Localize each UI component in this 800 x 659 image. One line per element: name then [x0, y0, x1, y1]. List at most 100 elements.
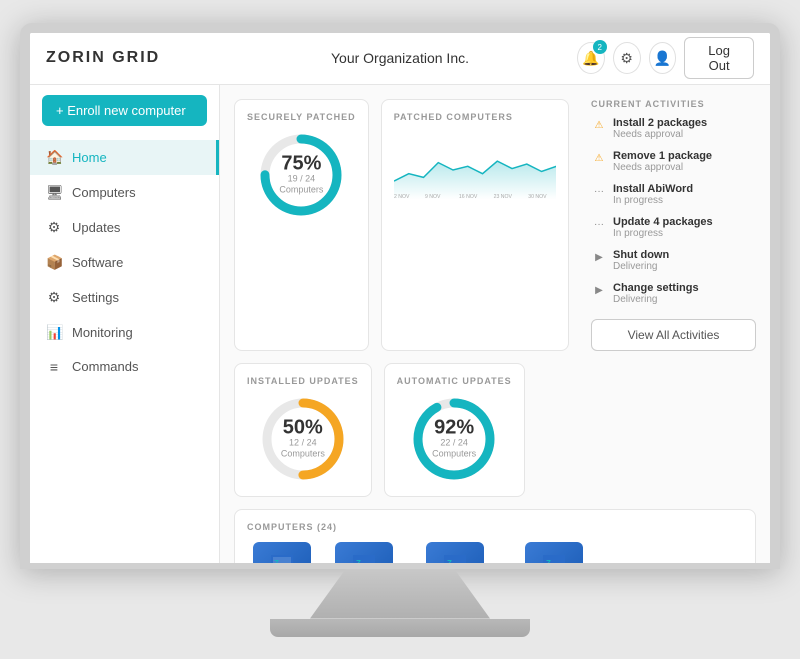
activity-item-3: ··· Update 4 packages In progress	[591, 216, 756, 239]
settings-nav-icon: ⚙	[46, 289, 62, 306]
activity-name-5: Change settings	[613, 282, 699, 294]
securely-patched-percent: 75%	[279, 153, 323, 173]
securely-patched-title: SECURELY PATCHED	[247, 112, 356, 122]
svg-text:23 NOV: 23 NOV	[493, 194, 512, 200]
computers-grid: Z CEO Laptop John H™ Wallus	[247, 542, 743, 563]
svg-text:Z: Z	[447, 559, 452, 563]
sidebar-item-settings[interactable]: ⚙ Settings	[30, 280, 219, 315]
widgets-row-2: INSTALLED UPDATES 50% 12 / 24	[234, 363, 756, 497]
patched-chart-title: PATCHED COMPUTERS	[394, 112, 556, 122]
progress-icon-0: ···	[591, 184, 607, 200]
sidebar-item-computers[interactable]: 🖥 Computers	[30, 175, 219, 210]
sidebar-label-updates: Updates	[72, 220, 120, 235]
activity-status-3: In progress	[613, 228, 713, 239]
activity-status-5: Delivering	[613, 294, 699, 305]
enroll-button[interactable]: + Enroll new computer	[42, 95, 207, 126]
activity-name-1: Remove 1 package	[613, 150, 712, 162]
automatic-updates-center: 92% 22 / 24 Computers	[432, 417, 476, 460]
installed-updates-center: 50% 12 / 24 Computers	[281, 417, 325, 460]
computer-icon-0: Z	[253, 542, 311, 563]
activity-name-2: Install AbiWord	[613, 183, 693, 195]
sidebar-label-settings: Settings	[72, 290, 119, 305]
activity-status-1: Needs approval	[613, 162, 712, 173]
automatic-updates-donut: 92% 22 / 24 Computers	[409, 394, 499, 484]
securely-patched-donut: 75% 19 / 24 Computers	[256, 130, 346, 220]
activity-name-3: Update 4 packages	[613, 216, 713, 228]
computer-item-0[interactable]: Z CEO Laptop John H™ Wallus	[247, 542, 317, 563]
svg-text:16 NOV: 16 NOV	[459, 194, 478, 200]
computer-item-1[interactable]: Z CTO Laptop Gate-Dell XPS 3	[329, 542, 399, 563]
notification-badge: 2	[593, 40, 607, 54]
computer-icon-3: Z	[525, 542, 583, 563]
sidebar-label-commands: Commands	[72, 359, 138, 374]
warning-icon-0: ⚠	[591, 118, 607, 134]
view-all-button[interactable]: View All Activities	[591, 319, 756, 351]
sidebar-item-commands[interactable]: ≡ Commands	[30, 350, 219, 384]
installed-updates-fraction: 12 / 24 Computers	[281, 437, 325, 460]
svg-text:Z: Z	[356, 559, 361, 563]
header-actions: 🔔 2 ⚙ 👤 Log Out	[577, 37, 754, 79]
activity-status-4: Delivering	[613, 261, 669, 272]
svg-text:Z: Z	[274, 559, 279, 563]
org-name: Your Organization Inc.	[223, 50, 577, 66]
sidebar-item-updates[interactable]: ⚙ Updates	[30, 210, 219, 245]
installed-updates-widget: INSTALLED UPDATES 50% 12 / 24	[234, 363, 372, 497]
logout-button[interactable]: Log Out	[684, 37, 754, 79]
automatic-updates-widget: AUTOMATIC UPDATES 92% 22 / 24	[384, 363, 525, 497]
activities-panel: CURRENT ACTIVITIES ⚠ Install 2 packages …	[581, 99, 756, 351]
monitor-base	[270, 619, 530, 637]
warning-icon-1: ⚠	[591, 151, 607, 167]
monitoring-icon: 📊	[46, 324, 62, 341]
sidebar-item-monitoring[interactable]: 📊 Monitoring	[30, 315, 219, 350]
installed-updates-title: INSTALLED UPDATES	[247, 376, 359, 386]
patched-chart-widget: PATCHED COMPUTERS 2 N	[381, 99, 569, 351]
computer-item-3[interactable]: Z Senior Engineer PC Macnod Desktop	[512, 542, 596, 563]
automatic-updates-fraction: 22 / 24 Computers	[432, 437, 476, 460]
computers-icon: 🖥	[46, 184, 62, 201]
securely-patched-fraction: 19 / 24 Computers	[279, 173, 323, 196]
securely-patched-center: 75% 19 / 24 Computers	[279, 153, 323, 196]
computer-item-2[interactable]: Z Product Manager PC Prod-Dell Insinor	[411, 542, 500, 563]
activity-name-4: Shut down	[613, 249, 669, 261]
header: ZORIN GRID Your Organization Inc. 🔔 2 ⚙ …	[30, 33, 770, 85]
svg-text:2 NOV: 2 NOV	[394, 194, 410, 200]
profile-button[interactable]: 👤	[649, 42, 677, 74]
automatic-updates-title: AUTOMATIC UPDATES	[397, 376, 512, 386]
activity-item-0: ⚠ Install 2 packages Needs approval	[591, 117, 756, 140]
sidebar-label-home: Home	[72, 150, 107, 165]
settings-button[interactable]: ⚙	[613, 42, 641, 74]
activity-item-2: ··· Install AbiWord In progress	[591, 183, 756, 206]
svg-text:9 NOV: 9 NOV	[425, 194, 441, 200]
activity-item-4: ▶ Shut down Delivering	[591, 249, 756, 272]
installed-updates-donut: 50% 12 / 24 Computers	[258, 394, 348, 484]
deliver-icon-1: ▶	[591, 283, 607, 299]
monitor-stand	[310, 569, 490, 619]
activity-status-0: Needs approval	[613, 129, 707, 140]
updates-icon: ⚙	[46, 219, 62, 236]
software-icon: 📦	[46, 254, 62, 271]
commands-icon: ≡	[46, 359, 62, 375]
activity-item-5: ▶ Change settings Delivering	[591, 282, 756, 305]
sidebar-item-software[interactable]: 📦 Software	[30, 245, 219, 280]
deliver-icon-0: ▶	[591, 250, 607, 266]
main-layout: + Enroll new computer 🏠 Home 🖥 Computers…	[30, 85, 770, 563]
widgets-row-1: SECURELY PATCHED 75% 19 / 24	[234, 99, 756, 351]
sidebar: + Enroll new computer 🏠 Home 🖥 Computers…	[30, 85, 220, 563]
activities-title: CURRENT ACTIVITIES	[591, 99, 756, 109]
svg-text:Z: Z	[546, 559, 551, 563]
notifications-button[interactable]: 🔔 2	[577, 42, 605, 74]
computer-icon-1: Z	[335, 542, 393, 563]
sidebar-label-software: Software	[72, 255, 123, 270]
logo: ZORIN GRID	[46, 49, 223, 67]
automatic-updates-percent: 92%	[432, 417, 476, 437]
activity-name-0: Install 2 packages	[613, 117, 707, 129]
progress-icon-1: ···	[591, 217, 607, 233]
activity-item-1: ⚠ Remove 1 package Needs approval	[591, 150, 756, 173]
svg-text:30 NOV: 30 NOV	[528, 194, 547, 200]
activity-status-2: In progress	[613, 195, 693, 206]
sidebar-item-home[interactable]: 🏠 Home	[30, 140, 219, 175]
content-area: SECURELY PATCHED 75% 19 / 24	[220, 85, 770, 563]
installed-updates-percent: 50%	[281, 417, 325, 437]
sidebar-label-computers: Computers	[72, 185, 136, 200]
computers-section: COMPUTERS (24) Z	[234, 509, 756, 563]
